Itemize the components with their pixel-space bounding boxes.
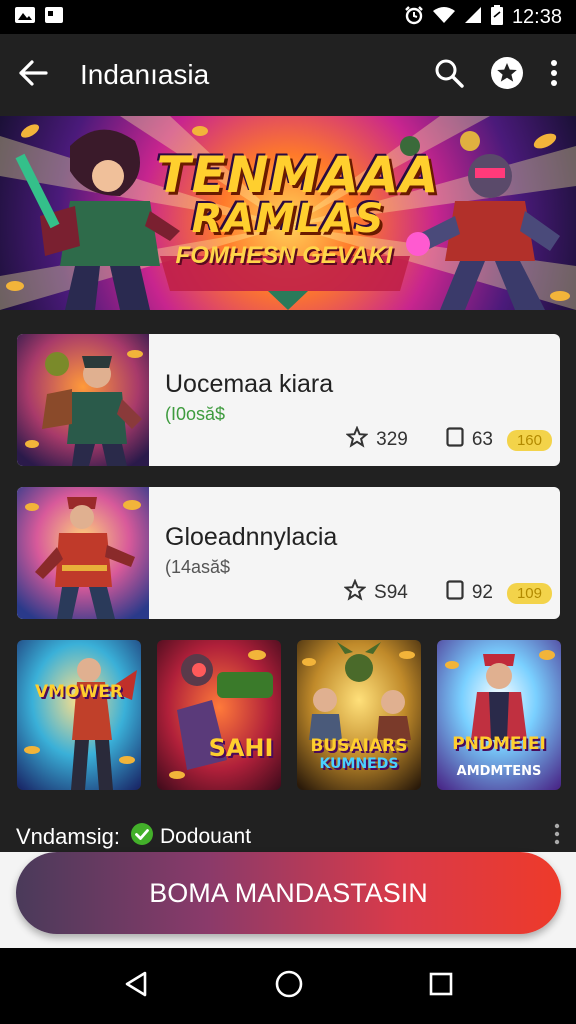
game-tiles: VMOWER SAHI BUSAIARS KUMNEDS PNDMEIEI AM… (17, 640, 561, 790)
footer-status-row: Vndamsig: Dodouant (16, 822, 560, 852)
count-value: 92 (471, 582, 493, 603)
app-bar-actions (434, 56, 558, 95)
card-title: Uocemaa kiara (165, 370, 334, 398)
battery-icon (490, 4, 504, 30)
list-item[interactable]: Uocemaa kiara (I0osă$ 329 63 160 (17, 334, 560, 466)
tile-title: BUSAIARS (310, 736, 408, 756)
bookmark-icon (446, 427, 464, 453)
search-icon[interactable] (434, 58, 464, 93)
tile-title: PNDMEIEI (452, 734, 546, 754)
status-right-icons: 12:38 (404, 4, 562, 30)
cta-container: BOMA MANDASTASIN (0, 852, 576, 948)
back-arrow-icon[interactable] (18, 59, 48, 92)
check-circle-icon (130, 822, 154, 852)
card-price: (14asă$ (165, 557, 231, 577)
game-tile[interactable]: SAHI (157, 640, 281, 790)
system-nav-bar (0, 948, 576, 1024)
nav-home-icon[interactable] (275, 970, 303, 1003)
game-tile[interactable]: PNDMEIEI AMDMTENS (437, 640, 561, 790)
image-icon (44, 6, 64, 29)
tile-subtitle: AMDMTENS (456, 764, 542, 779)
card-price: (I0osă$ (165, 404, 226, 424)
game-tile[interactable]: VMOWER (17, 640, 141, 790)
card-title: Gloeadnnylacia (165, 523, 338, 551)
footer-status: Dodouant (159, 825, 252, 848)
card-thumbnail (17, 334, 149, 466)
wifi-icon (432, 6, 456, 29)
nav-back-icon[interactable] (123, 970, 149, 1003)
star-outline-icon (343, 578, 367, 607)
card-thumbnail (17, 487, 149, 619)
alarm-icon (404, 5, 424, 30)
star-circle-icon[interactable] (490, 56, 524, 95)
rating-value: S94 (374, 582, 408, 603)
signal-icon (464, 6, 482, 29)
tile-artwork (17, 640, 141, 790)
rating-value: 329 (376, 429, 408, 450)
more-vert-icon[interactable] (550, 58, 558, 93)
star-outline-icon (345, 425, 369, 454)
app-bar: Indanıasia (0, 34, 576, 116)
rating-group: 329 (345, 425, 408, 454)
count-group: 92 109 (446, 580, 552, 606)
score-pill: 160 (506, 429, 552, 451)
tile-title: SAHI (208, 734, 274, 762)
rating-group: S94 (343, 578, 408, 607)
footer-label: Vndamsig: (16, 824, 120, 849)
count-value: 63 (471, 429, 493, 450)
primary-cta-button[interactable]: BOMA MANDASTASIN (16, 852, 561, 934)
score-pill: 109 (506, 582, 552, 604)
tile-subtitle: KUMNEDS (319, 756, 399, 772)
count-group: 63 160 (446, 427, 552, 453)
tile-artwork (157, 640, 281, 790)
card-meta: S94 92 109 (314, 578, 552, 607)
tile-title: VMOWER (35, 682, 123, 702)
list-item[interactable]: Gloeadnnylacia (14asă$ S94 92 109 (17, 487, 560, 619)
status-time: 12:38 (511, 5, 562, 28)
hero-banner[interactable]: TENMAAA RAMLAS FOMHESN GEVAKI (0, 116, 576, 310)
card-meta: 329 63 160 (316, 425, 552, 454)
status-left-icons (14, 6, 64, 29)
bookmark-icon (446, 580, 464, 606)
page-title: Indanıasia (80, 59, 210, 90)
photo-icon (14, 6, 36, 29)
banner-title-line2: RAMLAS (191, 196, 385, 242)
game-tile[interactable]: BUSAIARS KUMNEDS (297, 640, 421, 790)
banner-subtitle: FOMHESN GEVAKI (175, 242, 393, 269)
nav-recents-icon[interactable] (429, 972, 453, 1001)
more-vert-icon[interactable] (554, 823, 560, 851)
status-bar: 12:38 (0, 0, 576, 34)
